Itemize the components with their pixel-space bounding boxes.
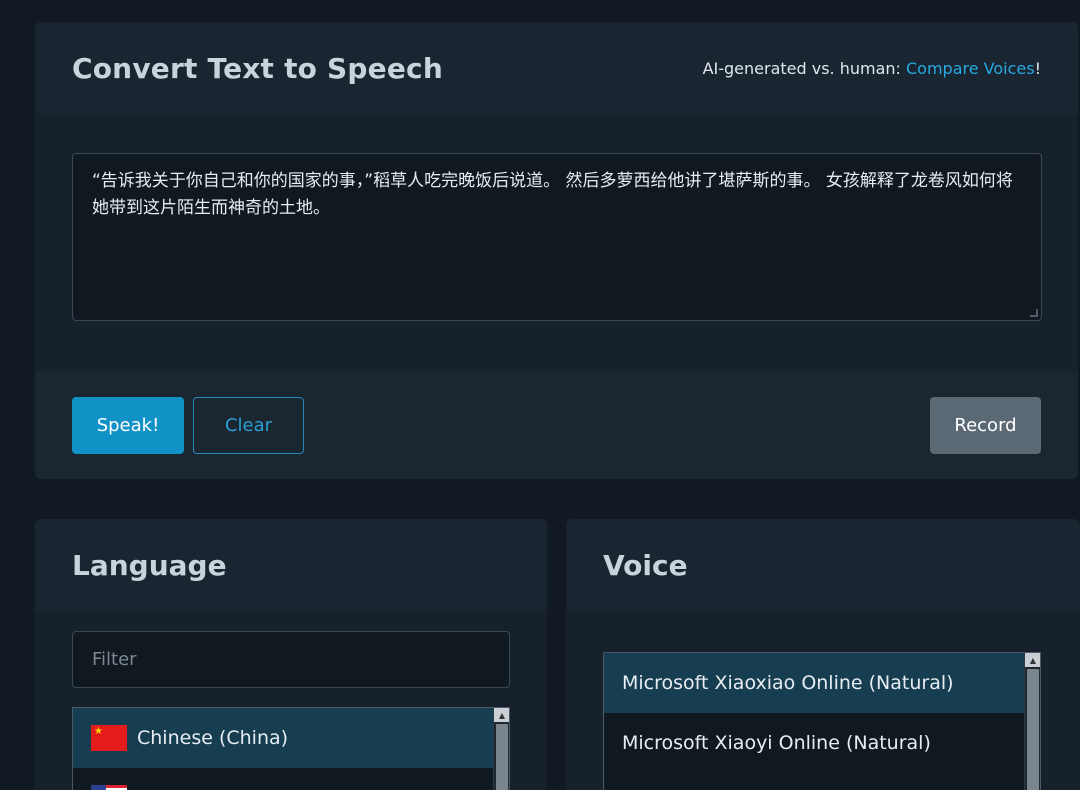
voice-list[interactable]: Microsoft Xiaoxiao Online (Natural) Micr… — [603, 652, 1041, 790]
language-card-header: Language — [35, 519, 547, 611]
us-flag-icon — [91, 785, 127, 790]
resize-handle-icon[interactable] — [1030, 309, 1038, 317]
text-input-content: “告诉我关于你自己和你的国家的事，”稻草人吃完晚饭后说道。 然后多萝西给他讲了堪… — [92, 171, 1013, 218]
filter-placeholder: Filter — [92, 649, 137, 670]
text-input[interactable]: “告诉我关于你自己和你的国家的事，”稻草人吃完晚饭后说道。 然后多萝西给他讲了堪… — [72, 153, 1042, 321]
language-card: Language Filter ★ Chinese (China) ▲ — [35, 519, 547, 790]
voice-item-xiaoxiao[interactable]: Microsoft Xiaoxiao Online (Natural) — [604, 653, 1024, 713]
voice-card-header: Voice — [566, 519, 1080, 611]
speak-button[interactable]: Speak! — [72, 397, 184, 454]
page-title: Convert Text to Speech — [72, 51, 443, 85]
language-item-label: Chinese (China) — [137, 727, 289, 749]
language-item-chinese-china[interactable]: ★ Chinese (China) — [73, 708, 493, 768]
voice-item-label: Microsoft Xiaoyi Online (Natural) — [622, 732, 931, 754]
language-list[interactable]: ★ Chinese (China) ▲ — [72, 707, 510, 790]
voice-title: Voice — [603, 548, 688, 582]
page: Convert Text to Speech AI-generated vs. … — [0, 0, 1080, 790]
language-filter-input[interactable]: Filter — [72, 631, 510, 688]
language-item-us[interactable] — [73, 768, 493, 790]
voice-item-xiaoyi[interactable]: Microsoft Xiaoyi Online (Natural) — [604, 713, 1024, 773]
voice-card: Voice Microsoft Xiaoxiao Online (Natural… — [566, 519, 1080, 790]
cn-flag-icon: ★ — [91, 725, 127, 751]
scroll-up-arrow-icon[interactable]: ▲ — [494, 708, 509, 722]
compare-voices-text: AI-generated vs. human: Compare Voices! — [703, 59, 1041, 78]
compare-voices-link[interactable]: Compare Voices — [906, 59, 1035, 78]
tts-body: “告诉我关于你自己和你的国家的事，”稻草人吃完晚饭后说道。 然后多萝西给他讲了堪… — [35, 114, 1078, 372]
tts-card-header: Convert Text to Speech AI-generated vs. … — [35, 22, 1078, 114]
language-title: Language — [72, 548, 227, 582]
record-button[interactable]: Record — [930, 397, 1041, 454]
tts-footer: Speak! Clear Record — [35, 372, 1078, 479]
voice-list-scrollbar[interactable]: ▲ — [1024, 653, 1040, 790]
scroll-up-arrow-icon[interactable]: ▲ — [1025, 653, 1040, 667]
compare-prefix: AI-generated vs. human: — [702, 58, 901, 78]
scroll-thumb[interactable] — [496, 724, 508, 790]
clear-button[interactable]: Clear — [193, 397, 304, 454]
action-buttons: Speak! Clear — [72, 397, 304, 454]
voice-item-label: Microsoft Xiaoxiao Online (Natural) — [622, 672, 954, 694]
compare-suffix: ! — [1034, 58, 1041, 78]
language-list-scrollbar[interactable]: ▲ — [493, 708, 509, 790]
scroll-thumb[interactable] — [1027, 669, 1039, 790]
tts-card: Convert Text to Speech AI-generated vs. … — [35, 22, 1078, 479]
